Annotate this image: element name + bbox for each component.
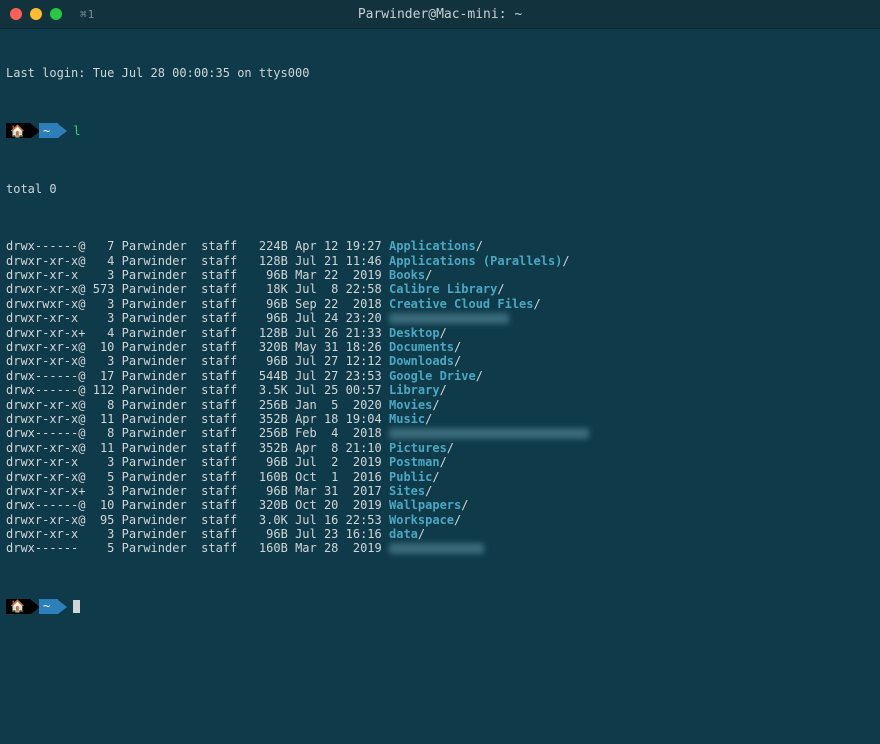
- directory-name: Library: [389, 383, 440, 397]
- list-item: drwxr-xr-x 3 Parwinder staff 96B Jul 24 …: [6, 311, 874, 325]
- directory-name: Downloads: [389, 354, 454, 368]
- directory-name: Public: [389, 470, 432, 484]
- file-listing: drwx------@ 7 Parwinder staff 224B Apr 1…: [6, 239, 874, 556]
- directory-name: Calibre Library: [389, 282, 497, 296]
- directory-name: Music: [389, 412, 425, 426]
- last-login-line: Last login: Tue Jul 28 00:00:35 on ttys0…: [6, 66, 874, 80]
- titlebar: ⌘1 Parwinder@Mac-mini: ~: [0, 0, 880, 29]
- directory-name: data: [389, 527, 418, 541]
- directory-name: Applications (Parallels): [389, 254, 562, 268]
- list-item: drwxr-xr-x+ 3 Parwinder staff 96B Mar 31…: [6, 484, 874, 498]
- directory-name: Documents: [389, 340, 454, 354]
- prompt-arrow-2-icon: [58, 600, 67, 614]
- zoom-icon[interactable]: [50, 8, 62, 20]
- directory-name: Applications: [389, 239, 476, 253]
- list-item: drwx------@ 17 Parwinder staff 544B Jul …: [6, 369, 874, 383]
- list-item: drwxr-xr-x 3 Parwinder staff 96B Jul 23 …: [6, 527, 874, 541]
- directory-name: Postman: [389, 455, 440, 469]
- list-item: drwxr-xr-x@ 10 Parwinder staff 320B May …: [6, 340, 874, 354]
- directory-name: Books: [389, 268, 425, 282]
- traffic-lights: [10, 8, 62, 20]
- list-item: drwxr-xr-x@ 8 Parwinder staff 256B Jan 5…: [6, 398, 874, 412]
- prompt-seg-cwd: ~: [39, 123, 58, 138]
- prompt-seg-home-icon: 🏠: [6, 123, 31, 138]
- list-item: drwx------@ 112 Parwinder staff 3.5K Jul…: [6, 383, 874, 397]
- list-item: drwxr-xr-x@ 4 Parwinder staff 128B Jul 2…: [6, 254, 874, 268]
- list-item: drwxr-xr-x+ 4 Parwinder staff 128B Jul 2…: [6, 326, 874, 340]
- directory-name: Wallpapers: [389, 498, 461, 512]
- tab-indicator: ⌘1: [80, 8, 95, 21]
- list-item: drwx------@ 8 Parwinder staff 256B Feb 4…: [6, 426, 874, 440]
- prompt-line-2[interactable]: 🏠 ~: [6, 599, 874, 614]
- list-item: drwxr-xr-x@ 5 Parwinder staff 160B Oct 1…: [6, 470, 874, 484]
- prompt-arrow-2-icon: [58, 124, 67, 138]
- list-item: drwx------@ 10 Parwinder staff 320B Oct …: [6, 498, 874, 512]
- directory-name: Workspace: [389, 513, 454, 527]
- directory-name: Sites: [389, 484, 425, 498]
- list-item: drwxr-xr-x@ 11 Parwinder staff 352B Apr …: [6, 412, 874, 426]
- list-item: drwx------@ 7 Parwinder staff 224B Apr 1…: [6, 239, 874, 253]
- prompt-seg-cwd: ~: [39, 599, 58, 614]
- command-text: l: [73, 124, 80, 138]
- cursor-icon: [73, 600, 80, 613]
- list-item: drwxr-xr-x@ 3 Parwinder staff 96B Jul 27…: [6, 354, 874, 368]
- window-title: Parwinder@Mac-mini: ~: [0, 7, 880, 22]
- list-item: drwxr-xr-x@ 573 Parwinder staff 18K Jul …: [6, 282, 874, 296]
- terminal-body[interactable]: Last login: Tue Jul 28 00:00:35 on ttys0…: [0, 29, 880, 649]
- total-line: total 0: [6, 182, 874, 196]
- list-item: drwxr-xr-x 3 Parwinder staff 96B Jul 2 2…: [6, 455, 874, 469]
- list-item: drwxr-xr-x@ 95 Parwinder staff 3.0K Jul …: [6, 513, 874, 527]
- minimize-icon[interactable]: [30, 8, 42, 20]
- close-icon[interactable]: [10, 8, 22, 20]
- directory-name: Movies: [389, 398, 432, 412]
- terminal-window: ⌘1 Parwinder@Mac-mini: ~ Last login: Tue…: [0, 0, 880, 744]
- list-item: drwxrwxr-x@ 3 Parwinder staff 96B Sep 22…: [6, 297, 874, 311]
- directory-name: Creative Cloud Files: [389, 297, 534, 311]
- list-item: drwxr-xr-x@ 11 Parwinder staff 352B Apr …: [6, 441, 874, 455]
- directory-name: Google Drive: [389, 369, 476, 383]
- list-item: drwxr-xr-x 3 Parwinder staff 96B Mar 22 …: [6, 268, 874, 282]
- directory-name: Desktop: [389, 326, 440, 340]
- prompt-line-1: 🏠 ~ l: [6, 123, 874, 138]
- list-item: drwx------ 5 Parwinder staff 160B Mar 28…: [6, 541, 874, 555]
- directory-name: Pictures: [389, 441, 447, 455]
- prompt-seg-home-icon: 🏠: [6, 599, 31, 614]
